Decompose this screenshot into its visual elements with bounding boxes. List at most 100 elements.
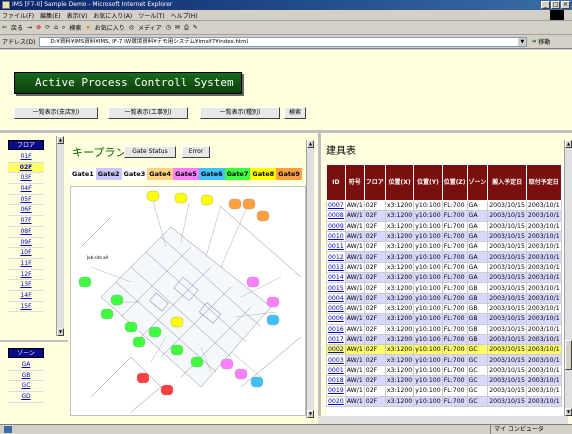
gate-legend-item[interactable]: Gate1 [70, 168, 96, 180]
row-id-link[interactable]: 0009 [326, 220, 346, 232]
go-arrow-icon[interactable]: ➜ [531, 38, 536, 45]
list-by-type-button[interactable]: 一覧表示(種別) [200, 107, 280, 119]
zone-link-ga[interactable]: GA [8, 360, 44, 371]
address-input[interactable]: D:¥資料¥IMS資料¥IMS, IF-7 IW環境資料¥デモ用システム¥ims… [39, 36, 528, 47]
scroll-up-icon[interactable]: ▲ [57, 136, 64, 144]
menu-view[interactable]: 表示(V) [67, 11, 88, 20]
table-cell: y10:100 [413, 272, 443, 284]
back-button[interactable]: 戻る [11, 23, 23, 32]
floor-link-01f[interactable]: 01F [8, 152, 44, 163]
row-id-link[interactable]: 0016 [326, 323, 346, 335]
menu-help[interactable]: ヘルプ(H) [171, 11, 198, 20]
row-id-link[interactable]: 0014 [326, 272, 346, 284]
zone-link-gc[interactable]: GC [8, 381, 44, 393]
floor-link-06f[interactable]: 06F [8, 205, 44, 217]
home-icon[interactable]: ⌂ [54, 24, 58, 31]
address-dropdown-icon[interactable]: ▼ [518, 37, 527, 46]
scroll-down-icon[interactable]: ▼ [307, 410, 314, 418]
favorites-button[interactable]: お気に入り [95, 23, 125, 32]
menu-edit[interactable]: 編集(E) [40, 11, 60, 20]
keyplan-scrollbar[interactable]: ▲ ▼ [306, 140, 314, 418]
floor-link-12f[interactable]: 12F [8, 270, 44, 281]
search-page-button[interactable]: 検索 [284, 107, 306, 119]
floor-link-05f[interactable]: 05F [8, 195, 44, 206]
floor-link-03f[interactable]: 03F [8, 173, 44, 185]
back-arrow-icon[interactable]: ⇐ [2, 24, 7, 31]
scroll-down-icon[interactable]: ▼ [57, 328, 64, 336]
keyplan-map[interactable]: Job-site aA [70, 186, 306, 416]
row-id-link[interactable]: 0011 [326, 241, 346, 253]
stop-icon[interactable]: ⊗ [36, 24, 41, 31]
menu-tools[interactable]: ツール(T) [138, 11, 164, 20]
table-horizontal-scrollbar[interactable] [318, 416, 568, 424]
minimize-button[interactable]: _ [541, 1, 550, 9]
floor-link-15f[interactable]: 15F [8, 302, 44, 313]
window-title-bar[interactable]: IMS [F7-II] Sample Demo - Microsoft Inte… [0, 0, 572, 10]
floor-link-13f[interactable]: 13F [8, 280, 44, 291]
gate-legend-item[interactable]: Gate5 [173, 168, 199, 180]
gate-status-button[interactable]: Gate Status [124, 146, 176, 158]
table-row: 0009 AW/1 02F x3:1200 y10:100 FL:700 GA 2003/10… [326, 220, 562, 232]
edit-icon[interactable]: ✎ [193, 24, 198, 31]
menu-favorites[interactable]: お気に入り(A) [93, 11, 132, 20]
gate-legend-item[interactable]: Gate6 [198, 168, 225, 180]
list-by-construction-button[interactable]: 一覧表示(工事別) [108, 107, 188, 119]
row-id-link[interactable]: 0005 [326, 302, 346, 315]
search-icon[interactable]: ⌕ [62, 24, 65, 32]
scroll-up-icon[interactable]: ▲ [307, 140, 314, 148]
mail-icon[interactable]: ✉ [175, 24, 180, 31]
floor-link-07f[interactable]: 07F [8, 216, 44, 227]
frame-divider-vertical[interactable] [318, 133, 321, 424]
gate-legend-item[interactable]: Gate4 [147, 168, 174, 180]
row-id-link[interactable]: 0020 [326, 395, 346, 407]
scroll-up-icon[interactable]: ▲ [565, 140, 572, 148]
scroll-thumb[interactable] [565, 340, 572, 370]
gate-legend-item[interactable]: Gate8 [250, 168, 277, 180]
table-scrollbar[interactable]: ▲ ▼ [564, 140, 572, 416]
list-by-branch-button[interactable]: 一覧表示(支店別) [14, 107, 98, 119]
floor-link-09f[interactable]: 09F [8, 238, 44, 249]
search-button[interactable]: 検索 [69, 23, 81, 32]
forward-arrow-icon[interactable]: → [27, 24, 32, 31]
row-id-link[interactable]: 0012 [326, 251, 346, 263]
gate-legend-item[interactable]: Gate3 [121, 168, 148, 180]
error-button[interactable]: Error [182, 146, 210, 158]
refresh-icon[interactable]: ⟳ [45, 24, 50, 31]
floor-link-14f[interactable]: 14F [8, 291, 44, 302]
row-id-link[interactable]: 0018 [326, 375, 346, 387]
row-id-link[interactable]: 0019 [326, 385, 346, 397]
gate-legend-item[interactable]: Gate9 [276, 168, 302, 180]
media-icon[interactable]: ◎ [129, 24, 134, 31]
zone-link-gd[interactable]: GD [8, 392, 44, 403]
zone-link-gb[interactable]: GB [8, 371, 44, 382]
floor-link-11f[interactable]: 11F [8, 259, 44, 270]
row-id-link[interactable]: 0013 [326, 261, 346, 274]
gate-legend-item[interactable]: Gate2 [95, 168, 122, 180]
close-button[interactable]: × [561, 1, 570, 9]
floor-link-02f[interactable]: 02F [8, 162, 44, 174]
row-id-link[interactable]: 0017 [326, 333, 346, 346]
history-icon[interactable]: ◷ [166, 24, 171, 31]
floor-scrollbar[interactable]: ▲ ▼ [56, 136, 64, 336]
row-id-link[interactable]: 0010 [326, 230, 346, 243]
maximize-button[interactable]: □ [551, 1, 560, 9]
row-id-link[interactable]: 0004 [326, 292, 346, 304]
row-id-link[interactable]: 0001 [326, 364, 346, 377]
print-icon[interactable]: ⎙ [184, 24, 189, 32]
floor-link-08f[interactable]: 08F [8, 227, 44, 238]
row-id-link[interactable]: 0006 [326, 313, 346, 325]
row-id-link[interactable]: 0015 [326, 282, 346, 294]
row-id-link[interactable]: 0002 [326, 344, 346, 356]
favorites-icon[interactable]: ★ [85, 24, 90, 31]
floor-link-04f[interactable]: 04F [8, 184, 44, 195]
row-id-link[interactable]: 0008 [326, 210, 346, 222]
media-button[interactable]: メディア [138, 23, 162, 32]
menu-file[interactable]: ファイル(F) [2, 11, 34, 20]
frame-divider[interactable] [0, 130, 572, 133]
gate-legend-item[interactable]: Gate7 [224, 168, 251, 180]
floor-link-10f[interactable]: 10F [8, 248, 44, 259]
scroll-down-icon[interactable]: ▼ [565, 408, 572, 416]
row-id-link[interactable]: 0003 [326, 354, 346, 366]
row-id-link[interactable]: 0007 [326, 199, 346, 212]
go-button[interactable]: 移動 [538, 37, 550, 46]
